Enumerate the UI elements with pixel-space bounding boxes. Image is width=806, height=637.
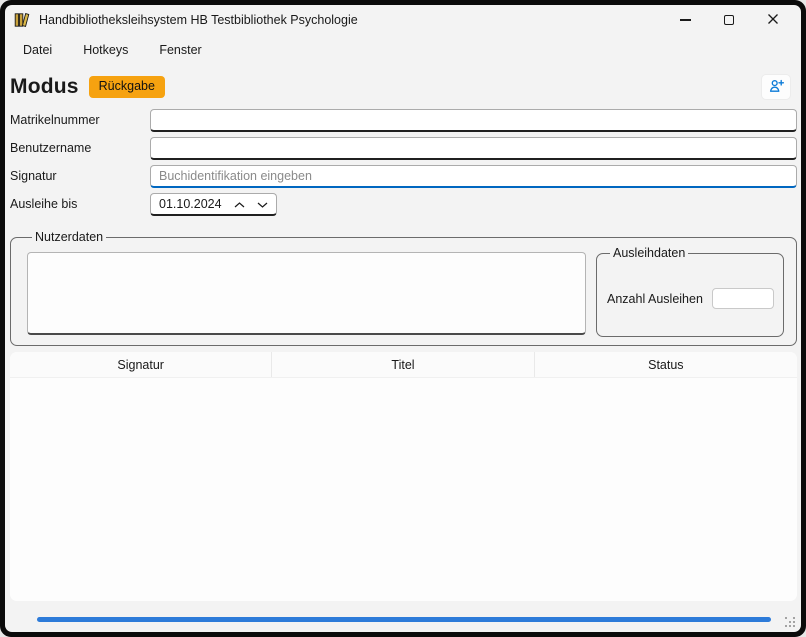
mode-row: Modus Rückgabe — [10, 74, 797, 100]
menu-item-datei[interactable]: Datei — [23, 43, 52, 57]
menu-item-hotkeys[interactable]: Hotkeys — [83, 43, 128, 57]
column-header-titel[interactable]: Titel — [272, 352, 534, 377]
benutzername-label: Benutzername — [10, 141, 150, 155]
anzahl-ausleihen-label: Anzahl Ausleihen — [607, 292, 703, 306]
lending-form: Matrikelnummer Benutzername Signatur Aus… — [10, 106, 797, 218]
ausleihe-bis-label: Ausleihe bis — [10, 197, 150, 211]
app-window: Handbibliotheksleihsystem HB Testbibliot… — [5, 5, 801, 632]
user-details-textarea[interactable] — [27, 252, 586, 335]
signatur-label: Signatur — [10, 169, 150, 183]
titlebar: Handbibliotheksleihsystem HB Testbibliot… — [5, 5, 801, 35]
spin-down-button[interactable] — [245, 196, 268, 211]
close-icon — [767, 13, 779, 28]
matrikelnummer-label: Matrikelnummer — [10, 113, 150, 127]
benutzername-input[interactable] — [150, 137, 797, 160]
add-user-button[interactable] — [761, 74, 791, 100]
minimize-button[interactable] — [663, 6, 707, 34]
chevron-up-icon — [234, 196, 245, 211]
table-body — [10, 378, 797, 601]
column-header-signatur[interactable]: Signatur — [10, 352, 272, 377]
form-row-matrikelnummer: Matrikelnummer — [10, 106, 797, 134]
content-area: Modus Rückgabe Matrikelnummer — [5, 65, 801, 632]
due-date-spinner[interactable]: 01.10.2024 — [150, 193, 277, 216]
window-frame: Handbibliotheksleihsystem HB Testbibliot… — [0, 0, 806, 637]
anzahl-row: Anzahl Ausleihen — [605, 288, 775, 309]
menubar: Datei Hotkeys Fenster — [5, 35, 801, 65]
books-table: Signatur Titel Status — [10, 352, 797, 601]
chevron-down-icon — [257, 196, 268, 211]
nutzerdaten-groupbox: Nutzerdaten Ausleihdaten Anzahl Ausleihe… — [10, 230, 797, 346]
menu-item-fenster[interactable]: Fenster — [159, 43, 201, 57]
close-button[interactable] — [751, 6, 795, 34]
spin-up-button[interactable] — [222, 196, 245, 211]
form-row-benutzername: Benutzername — [10, 134, 797, 162]
form-row-ausleihe-bis: Ausleihe bis 01.10.2024 — [10, 190, 797, 218]
add-user-icon — [768, 78, 785, 97]
mode-badge[interactable]: Rückgabe — [89, 76, 165, 98]
form-row-signatur: Signatur — [10, 162, 797, 190]
books-app-icon — [13, 11, 31, 29]
ausleihdaten-legend: Ausleihdaten — [610, 246, 688, 260]
due-date-value: 01.10.2024 — [159, 197, 222, 211]
maximize-icon — [724, 15, 734, 25]
nutzerdaten-legend: Nutzerdaten — [32, 230, 106, 244]
window-title: Handbibliotheksleihsystem HB Testbibliot… — [39, 13, 358, 27]
page-title: Modus — [10, 75, 79, 99]
matrikelnummer-input[interactable] — [150, 109, 797, 132]
horizontal-scrollbar[interactable] — [37, 617, 771, 622]
resize-grip[interactable] — [785, 617, 787, 619]
ausleihdaten-groupbox: Ausleihdaten Anzahl Ausleihen — [596, 246, 784, 337]
column-header-status[interactable]: Status — [535, 352, 797, 377]
minimize-icon — [680, 19, 691, 21]
signatur-input[interactable] — [150, 165, 797, 188]
anzahl-ausleihen-input[interactable] — [712, 288, 774, 309]
table-header: Signatur Titel Status — [10, 352, 797, 378]
maximize-button[interactable] — [707, 6, 751, 34]
